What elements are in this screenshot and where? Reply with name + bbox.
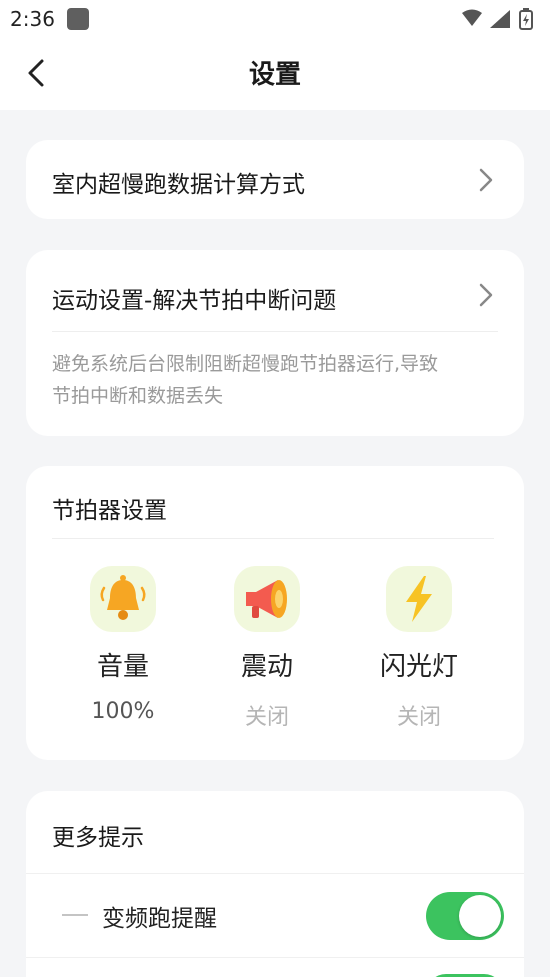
- app-notification-icon: [67, 8, 89, 30]
- volume-setting[interactable]: 音量 100%: [48, 566, 198, 724]
- indoor-calc-label: 室内超慢跑数据计算方式: [52, 172, 305, 198]
- wifi-icon: [462, 9, 482, 26]
- sport-settings-card: 运动设置-解决节拍中断问题 避免系统后台限制阻断超慢跑节拍器运行,导致 节拍中断…: [26, 250, 524, 436]
- more-tips-card: 更多提示 变频跑提醒: [26, 791, 524, 977]
- volume-label: 音量: [96, 652, 149, 682]
- bell-icon: [90, 566, 156, 632]
- status-icons: [462, 8, 533, 30]
- description-line: 避免系统后台限制阻断超慢跑节拍器运行,导致: [52, 353, 439, 375]
- signal-icon: [490, 10, 510, 28]
- flashlight-value: 关闭: [396, 705, 441, 730]
- sport-settings-description: 避免系统后台限制阻断超慢跑节拍器运行,导致 节拍中断和数据丢失: [52, 348, 498, 412]
- variable-frequency-reminder-label: 变频跑提醒: [102, 906, 217, 932]
- page-title: 设置: [248, 60, 301, 90]
- variable-frequency-reminder-row: 变频跑提醒: [26, 873, 524, 957]
- vibration-value: 关闭: [244, 705, 289, 730]
- metronome-title: 节拍器设置: [52, 498, 167, 524]
- sport-settings-label: 运动设置-解决节拍中断问题: [52, 288, 337, 314]
- variable-frequency-reminder-toggle[interactable]: [426, 892, 504, 940]
- lightning-icon: [386, 566, 452, 632]
- battery-icon: [519, 8, 533, 30]
- divider: [26, 957, 524, 958]
- chevron-right-icon: [479, 283, 493, 307]
- flashlight-label: 闪光灯: [379, 652, 458, 682]
- volume-value: 100%: [91, 699, 155, 724]
- indoor-calc-row[interactable]: 室内超慢跑数据计算方式: [26, 140, 524, 219]
- divider: [52, 538, 494, 539]
- chevron-right-icon: [479, 168, 493, 192]
- sport-settings-row[interactable]: 运动设置-解决节拍中断问题: [26, 250, 524, 330]
- megaphone-icon: [234, 566, 300, 632]
- description-line: 节拍中断和数据丢失: [52, 385, 224, 407]
- divider: [52, 331, 498, 332]
- more-tips-title: 更多提示: [52, 825, 144, 851]
- status-time: 2:36: [10, 7, 55, 31]
- flashlight-setting[interactable]: 闪光灯 关闭: [344, 566, 494, 731]
- toggle-knob: [459, 895, 501, 937]
- dash-icon: [62, 914, 88, 916]
- status-bar: 2:36: [0, 0, 550, 40]
- vibration-label: 震动: [240, 652, 293, 682]
- vibration-setting[interactable]: 震动 关闭: [192, 566, 342, 731]
- top-bar: 设置: [0, 40, 550, 110]
- metronome-card: 节拍器设置 音量 100% 震动 关闭 闪光灯 关闭: [26, 466, 524, 760]
